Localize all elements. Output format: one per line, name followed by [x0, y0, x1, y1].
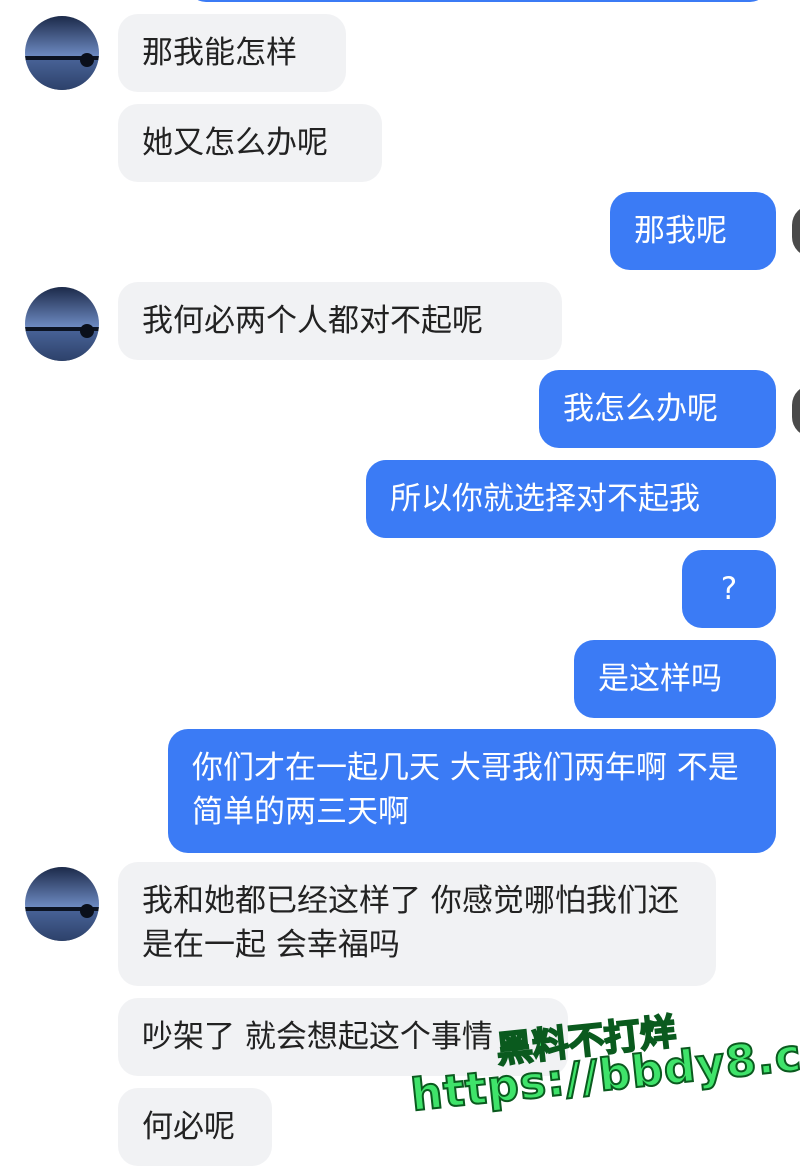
message-bubble-outgoing[interactable]: ? — [682, 550, 776, 628]
message-bubble-incoming[interactable]: 她又怎么办呢 — [118, 104, 382, 182]
message-bubble-outgoing[interactable]: 是这样吗 — [574, 640, 776, 718]
contact-avatar[interactable] — [25, 16, 99, 90]
message-bubble-outgoing[interactable]: 你们才在一起几天 大哥我们两年啊 不是简单的两三天啊 — [168, 729, 776, 853]
own-avatar[interactable] — [792, 385, 800, 437]
own-avatar[interactable] — [792, 205, 800, 257]
previous-outgoing-bubble-edge — [188, 0, 768, 2]
message-bubble-incoming[interactable]: 我和她都已经这样了 你感觉哪怕我们还是在一起 会幸福吗 — [118, 862, 716, 986]
contact-avatar[interactable] — [25, 287, 99, 361]
message-bubble-incoming[interactable]: 我何必两个人都对不起呢 — [118, 282, 562, 360]
message-bubble-outgoing[interactable]: 所以你就选择对不起我 — [366, 460, 776, 538]
contact-avatar[interactable] — [25, 867, 99, 941]
message-bubble-outgoing[interactable]: 我怎么办呢 — [539, 370, 776, 448]
message-bubble-incoming[interactable]: 那我能怎样 — [118, 14, 346, 92]
message-bubble-incoming[interactable]: 何必呢 — [118, 1088, 272, 1166]
message-bubble-outgoing[interactable]: 那我呢 — [610, 192, 776, 270]
